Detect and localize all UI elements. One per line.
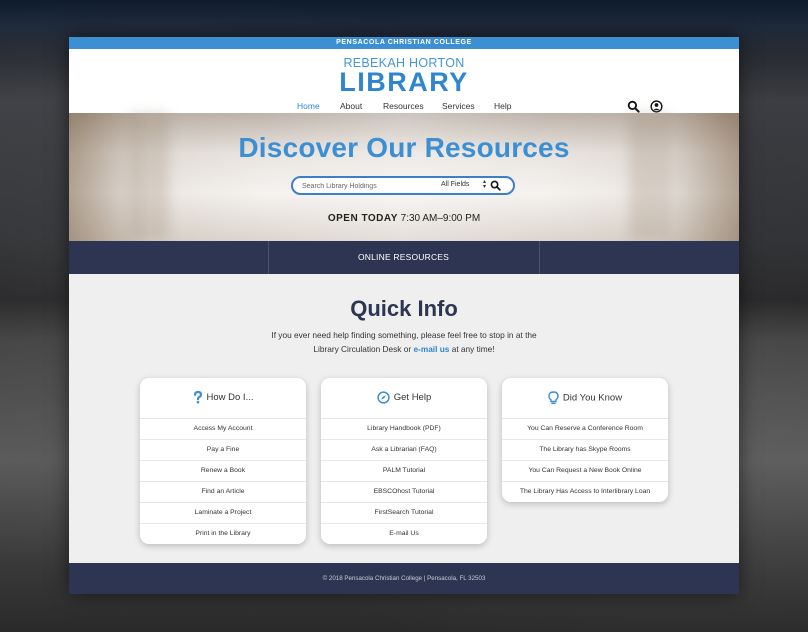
how-do-i-card: How Do I... Access My Account Pay a Fine… [140, 378, 306, 544]
get-help-card: Get Help Library Handbook (PDF) Ask a Li… [321, 378, 487, 544]
list-item[interactable]: PALM Tutorial [321, 461, 487, 482]
card-title: How Do I... [206, 392, 254, 404]
hero-banner: Discover Our Resources All Fields ▴▾ OPE… [69, 113, 739, 241]
nav-services[interactable]: Services [442, 101, 475, 111]
library-webpage: PENSACOLA CHRISTIAN COLLEGE REBEKAH HORT… [69, 37, 739, 594]
footer-text: © 2018 Pensacola Christian College | Pen… [322, 575, 486, 582]
search-input[interactable] [302, 181, 422, 191]
email-us-link[interactable]: e-mail us [413, 344, 449, 354]
list-item[interactable]: FirstSearch Tutorial [321, 503, 487, 524]
online-resources-bar: ONLINE RESOURCES [69, 241, 739, 274]
search-submit-icon[interactable] [490, 180, 501, 191]
list-item[interactable]: Laminate a Project [140, 503, 306, 524]
card-title: Get Help [393, 392, 432, 404]
list-item[interactable]: The Library Has Access to Interlibrary L… [502, 482, 668, 502]
did-you-know-card: Did You Know You Can Reserve a Conferenc… [502, 378, 668, 502]
search-icon[interactable] [627, 100, 640, 113]
nav-help[interactable]: Help [494, 101, 511, 111]
nav-about[interactable]: About [340, 101, 362, 111]
site-header: REBEKAH HORTON LIBRARY Home About Resour… [69, 49, 739, 113]
hours-label: OPEN TODAY [327, 213, 398, 224]
quick-info-text-after: at any time! [449, 344, 495, 354]
logo-line-2: LIBRARY [339, 67, 469, 97]
quick-info-title: Quick Info [350, 296, 458, 321]
search-bar: All Fields ▴▾ [291, 176, 515, 195]
quick-info-text: If you ever need help finding something,… [69, 328, 739, 356]
card-header-inner: Get Help [321, 391, 487, 404]
hours-value: 7:30 AM–9:00 PM [400, 213, 481, 224]
user-account-icon[interactable] [650, 100, 663, 113]
list-item[interactable]: Print in the Library [140, 524, 306, 544]
list-item[interactable]: EBSCOhost Tutorial [321, 482, 487, 503]
site-footer: © 2018 Pensacola Christian College | Pen… [69, 563, 739, 594]
library-logo[interactable]: REBEKAH HORTON LIBRARY [69, 57, 739, 97]
list-item[interactable]: You Can Request a New Book Online [502, 461, 668, 482]
list-item[interactable]: E-mail Us [321, 524, 487, 544]
online-resources-link[interactable]: ONLINE RESOURCES [268, 241, 539, 274]
list-item[interactable]: Pay a Fine [140, 440, 306, 461]
compass-icon [377, 391, 390, 404]
search-scope-select[interactable]: All Fields [441, 181, 469, 188]
list-item[interactable]: Renew a Book [140, 461, 306, 482]
college-topbar[interactable]: PENSACOLA CHRISTIAN COLLEGE [69, 37, 739, 49]
nav-home[interactable]: Home [297, 101, 320, 111]
college-name[interactable]: PENSACOLA CHRISTIAN COLLEGE [336, 39, 472, 46]
divider [539, 241, 540, 274]
list-item[interactable]: Ask a Librarian (FAQ) [321, 440, 487, 461]
list-item[interactable]: Access My Account [140, 419, 306, 440]
card-title: Did You Know [562, 392, 623, 404]
hours-today: OPEN TODAY 7:30 AM–9:00 PM [69, 213, 739, 224]
quick-info-line-1: If you ever need help finding something,… [271, 330, 537, 340]
list-item[interactable]: You Can Reserve a Conference Room [502, 419, 668, 440]
list-item[interactable]: Library Handbook (PDF) [321, 419, 487, 440]
select-arrows-icon[interactable]: ▴ ▾ [483, 179, 486, 190]
card-header-inner: How Do I... [140, 391, 306, 404]
header-icons [627, 100, 663, 113]
list-item[interactable]: The Library has Skype Rooms [502, 440, 668, 461]
question-mark-icon [193, 391, 202, 404]
quick-info-text-before: Library Circulation Desk or [313, 344, 414, 354]
card-header: Get Help [321, 378, 487, 419]
list-item[interactable]: Find an Article [140, 482, 306, 503]
card-header: How Do I... [140, 378, 306, 419]
nav-resources[interactable]: Resources [383, 101, 424, 111]
hero-title: Discover Our Resources [238, 132, 570, 163]
card-header: Did You Know [502, 378, 668, 419]
card-header-inner: Did You Know [502, 391, 668, 405]
lightbulb-icon [548, 391, 559, 405]
quick-info-line-2: Library Circulation Desk or e-mail us at… [69, 342, 739, 356]
